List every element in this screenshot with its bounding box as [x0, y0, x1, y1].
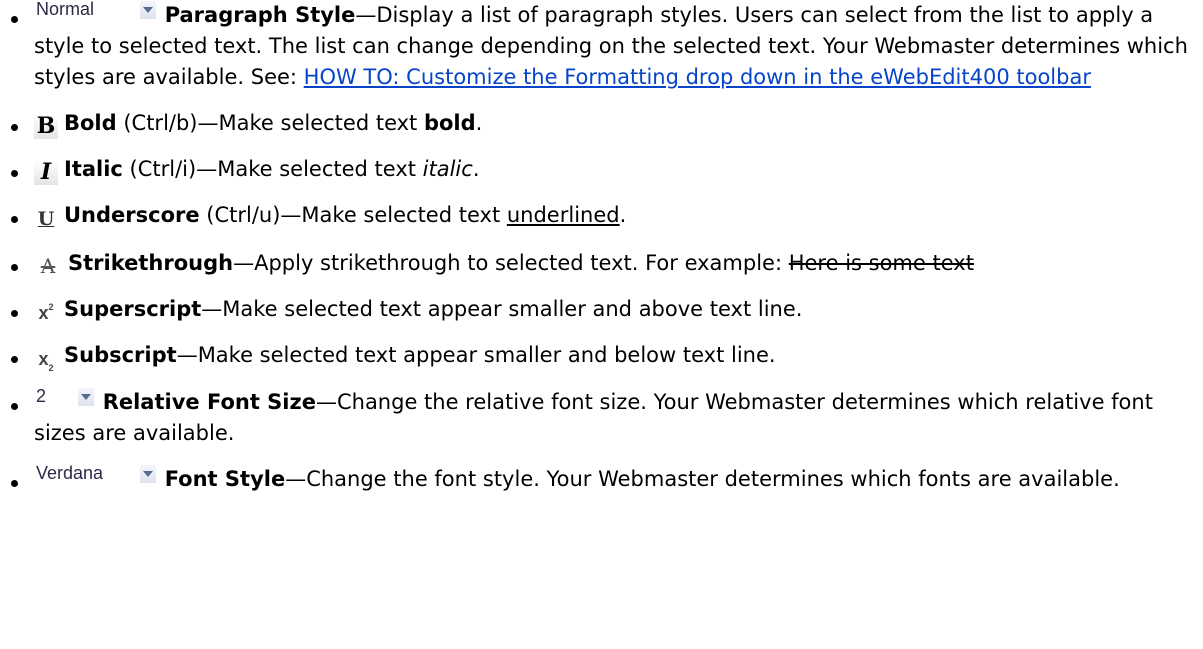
chevron-down-icon[interactable] — [140, 1, 156, 19]
bold-icon: B — [34, 115, 58, 139]
item-label: Bold — [64, 111, 117, 135]
list-item-relative-font-size: 2 Relative Font Size—Change the relative… — [8, 386, 1188, 449]
item-text: —Make selected text appear smaller and a… — [201, 297, 803, 321]
font-style-value: Verdana — [36, 463, 104, 483]
strikethrough-sample: Here is some text — [788, 251, 974, 275]
list-item-underscore: U Underscore (Ctrl/u)—Make selected text … — [8, 200, 1188, 233]
howto-link[interactable]: HOW TO: Customize the Formatting drop do… — [304, 65, 1091, 89]
list-item-bold: B Bold (Ctrl/b)—Make selected text bold. — [8, 108, 1188, 139]
item-label: Superscript — [64, 297, 202, 321]
italic-icon: I — [34, 161, 58, 185]
list-item-strikethrough: A Strikethrough—Apply strikethrough to se… — [8, 248, 1188, 279]
list-item-subscript: x2 Subscript—Make selected text appear sm… — [8, 340, 1188, 373]
italic-sample: italic — [422, 157, 473, 181]
item-text: —Make selected text — [280, 203, 507, 227]
underline-icon: U — [37, 208, 55, 230]
strikethrough-icon: A — [40, 254, 56, 278]
list-item-font-style: Verdana Font Style—Change the font style… — [8, 463, 1188, 495]
list-item-paragraph-style: Normal Paragraph Style—Display a list of… — [8, 0, 1188, 93]
item-text: —Make selected text appear smaller and b… — [176, 343, 776, 367]
item-shortcut: (Ctrl/u) — [199, 203, 281, 227]
item-text: —Make selected text — [196, 157, 423, 181]
font-style-dropdown[interactable]: Verdana — [34, 463, 158, 488]
chevron-down-icon[interactable] — [140, 465, 156, 483]
list-item-superscript: x2 Superscript—Make selected text appear … — [8, 294, 1188, 325]
item-label: Strikethrough — [68, 251, 234, 275]
toolbar-help-list: Normal Paragraph Style—Display a list of… — [0, 0, 1188, 495]
item-text: —Change the font style. Your Webmaster d… — [285, 467, 1120, 491]
item-shortcut: (Ctrl/i) — [122, 157, 197, 181]
item-text: —Make selected text — [197, 111, 424, 135]
subscript-icon: x2 — [38, 349, 54, 373]
bold-sample: bold — [423, 111, 476, 135]
font-size-value: 2 — [36, 386, 47, 406]
item-label: Font Style — [164, 467, 286, 491]
underline-sample: underlined — [506, 203, 620, 227]
item-label: Underscore — [64, 203, 200, 227]
superscript-icon: x2 — [38, 302, 54, 323]
font-size-dropdown[interactable]: 2 — [34, 386, 96, 411]
chevron-down-icon[interactable] — [78, 388, 94, 406]
paragraph-style-value: Normal — [36, 0, 95, 19]
paragraph-style-dropdown[interactable]: Normal — [34, 0, 158, 24]
item-end: . — [619, 203, 627, 227]
item-label: Italic — [64, 157, 123, 181]
item-label: Paragraph Style — [164, 3, 356, 27]
list-item-italic: I Italic (Ctrl/i)—Make selected text ital… — [8, 154, 1188, 185]
item-label: Relative Font Size — [102, 390, 316, 414]
item-label: Subscript — [64, 343, 177, 367]
item-end: . — [475, 111, 483, 135]
item-text: —Apply strikethrough to selected text. F… — [233, 251, 789, 275]
item-end: . — [472, 157, 480, 181]
item-shortcut: (Ctrl/b) — [116, 111, 198, 135]
